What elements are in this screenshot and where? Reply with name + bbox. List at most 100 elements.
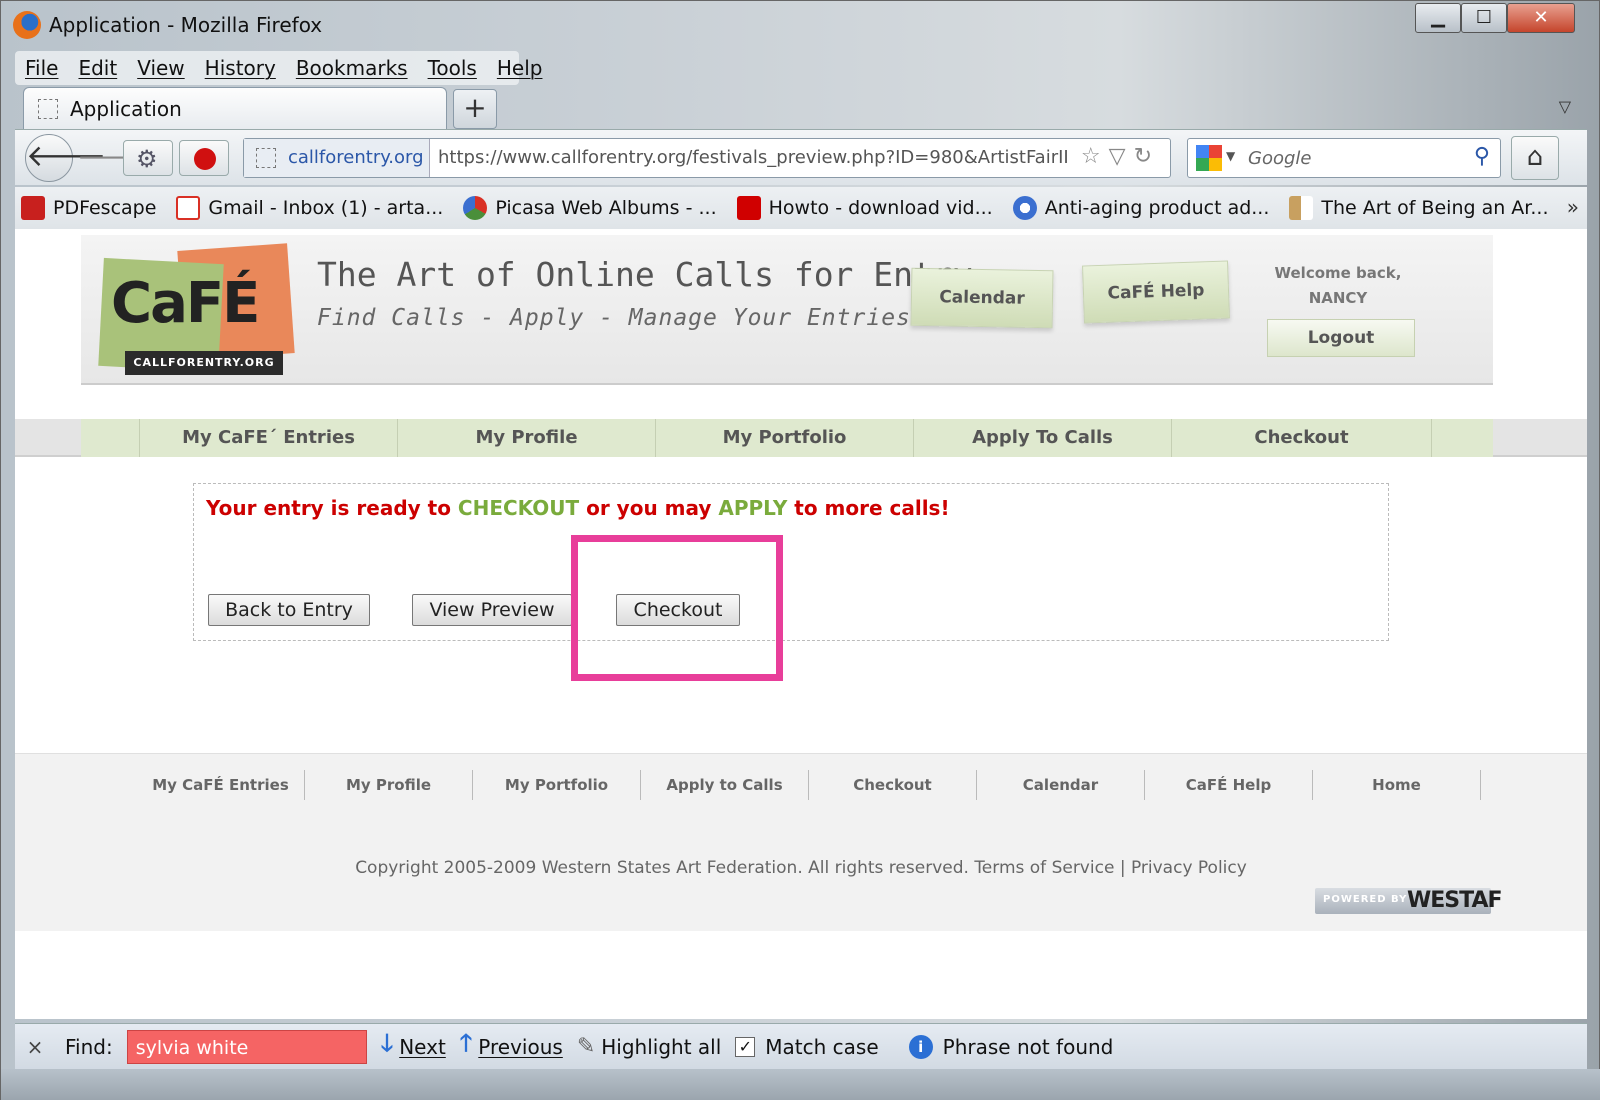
maximize-button[interactable]: ☐: [1461, 3, 1507, 33]
menu-help[interactable]: Help: [487, 56, 553, 80]
copyright-text: Copyright 2005-2009 Western States Art F…: [355, 858, 969, 878]
home-icon: ⌂: [1526, 142, 1544, 172]
nav-my-portfolio[interactable]: My Portfolio: [655, 419, 913, 457]
firefox-logo-icon: [13, 11, 41, 39]
footer-link-cafe-help[interactable]: CaFÉ Help: [1145, 770, 1313, 800]
footer-link-my-portfolio[interactable]: My Portfolio: [473, 770, 641, 800]
annotation-highlight-box: [571, 535, 783, 681]
highlight-all-label: Highlight all: [601, 1034, 722, 1059]
bookmark-star-icon[interactable]: ☆: [1081, 144, 1109, 169]
cafe-logo[interactable]: CaFÉ CALLFORENTRY.ORG: [98, 243, 297, 375]
site-footer: My CaFÉ Entries My Profile My Portfolio …: [15, 753, 1587, 931]
tab-strip: Application + ▽: [15, 87, 1587, 131]
find-input[interactable]: sylvia white: [126, 1029, 367, 1064]
history-dropdown-icon[interactable]: ▽: [1109, 144, 1134, 169]
find-status: i Phrase not found: [908, 1034, 1114, 1059]
footer-link-my-cafe-entries[interactable]: My CaFÉ Entries: [137, 770, 305, 800]
checkout-notice-box: Your entry is ready to CHECKOUT or you m…: [193, 483, 1389, 641]
bookmark-pdfescape[interactable]: PDFescape: [15, 196, 156, 220]
minimize-button[interactable]: ▁: [1415, 3, 1461, 33]
footer-link-checkout[interactable]: Checkout: [809, 770, 977, 800]
bookmark-art-of-being[interactable]: The Art of Being an Ar...: [1283, 196, 1549, 220]
footer-link-apply-to-calls[interactable]: Apply to Calls: [641, 770, 809, 800]
bookmark-picasa[interactable]: Picasa Web Albums - ...: [457, 196, 717, 220]
find-status-text: Phrase not found: [942, 1034, 1114, 1059]
find-next-label: Next: [399, 1034, 446, 1059]
find-next-button[interactable]: 🡓 Next: [381, 1026, 446, 1067]
nav-apply-to-calls[interactable]: Apply To Calls: [913, 419, 1171, 457]
back-to-entry-button[interactable]: Back to Entry: [208, 594, 370, 626]
bookmark-anti-aging[interactable]: Anti-aging product ad...: [1007, 196, 1270, 220]
nav-checkout[interactable]: Checkout: [1171, 419, 1431, 457]
footer-link-my-profile[interactable]: My Profile: [305, 770, 473, 800]
match-case-checkbox[interactable]: ✓ Match case: [735, 1034, 879, 1059]
close-find-bar-icon[interactable]: ×: [15, 1035, 55, 1059]
calendar-button[interactable]: Calendar: [910, 267, 1054, 329]
new-tab-button[interactable]: +: [453, 89, 497, 129]
menu-view[interactable]: View: [127, 56, 194, 80]
site-identity-button[interactable]: callforentry.org: [244, 139, 430, 177]
logout-button[interactable]: Logout: [1267, 319, 1415, 357]
site-header: CaFÉ CALLFORENTRY.ORG The Art of Online …: [81, 235, 1493, 385]
footer-separator: |: [1119, 858, 1126, 878]
nav-my-cafe-entries[interactable]: My CaFE´ Entries: [139, 419, 397, 457]
bookmark-gmail[interactable]: Gmail - Inbox (1) - arta...: [170, 196, 443, 220]
menu-file[interactable]: File: [15, 56, 68, 80]
url-input[interactable]: https://www.callforentry.org/festivals_p…: [438, 147, 1068, 168]
cafe-help-button[interactable]: CaFÉ Help: [1082, 260, 1230, 324]
nav-my-profile[interactable]: My Profile: [397, 419, 655, 457]
gmail-icon: [176, 196, 201, 220]
find-label: Find:: [65, 1034, 113, 1059]
welcome-text: Welcome back,: [1274, 264, 1402, 282]
arrow-down-icon: 🡓: [380, 1029, 394, 1057]
checkbox-checked-icon: ✓: [735, 1036, 756, 1057]
arrow-up-icon: 🡑: [459, 1029, 473, 1057]
menu-tools[interactable]: Tools: [418, 56, 487, 80]
url-bar-icons: ☆▽↻: [1081, 144, 1160, 169]
powered-by-westaf-badge[interactable]: POWERED BY WESTAF: [1315, 888, 1502, 914]
picasa-icon: [463, 196, 488, 220]
highlight-all-button[interactable]: ✎ Highlight all: [577, 1034, 721, 1059]
bookmarks-toolbar: PDFescape Gmail - Inbox (1) - arta... Pi…: [15, 187, 1587, 229]
view-preview-button[interactable]: View Preview: [412, 594, 572, 626]
privacy-policy-link[interactable]: Privacy Policy: [1131, 858, 1247, 878]
logo-text: CaFÉ: [111, 271, 260, 336]
find-bar: × Find: sylvia white 🡓 Next 🡑 Previous ✎ Hi…: [15, 1023, 1587, 1069]
user-name: NANCY: [1308, 289, 1368, 307]
bookmark-howto[interactable]: Howto - download vid...: [731, 196, 993, 220]
footer-link-home[interactable]: Home: [1313, 770, 1481, 800]
info-icon: i: [908, 1034, 933, 1059]
bookmark-label: Anti-aging product ad...: [1044, 197, 1270, 219]
navigation-toolbar: 🡐 🡒 ⚙ callforentry.org https://www.callf…: [15, 129, 1587, 185]
search-bar[interactable]: ▼ Google ⚲: [1187, 138, 1501, 178]
pdf-icon: [21, 196, 45, 220]
site-tagline: The Art of Online Calls for Entry: [317, 255, 973, 294]
home-button[interactable]: ⌂: [1511, 136, 1559, 180]
reload-icon[interactable]: ↻: [1134, 144, 1160, 169]
menu-history[interactable]: History: [195, 56, 286, 80]
bookmark-label: The Art of Being an Ar...: [1321, 197, 1549, 219]
bookmark-label: Picasa Web Albums - ...: [495, 197, 717, 219]
terms-of-service-link[interactable]: Terms of Service: [974, 858, 1114, 878]
menu-bookmarks[interactable]: Bookmarks: [286, 56, 418, 80]
close-window-button[interactable]: ✕: [1507, 3, 1575, 33]
footer-link-calendar[interactable]: Calendar: [977, 770, 1145, 800]
search-engine-dropdown-icon[interactable]: ▼: [1226, 149, 1235, 163]
google-icon[interactable]: [1196, 145, 1222, 171]
find-previous-button[interactable]: 🡑 Previous: [460, 1026, 563, 1067]
bookmark-label: Howto - download vid...: [768, 197, 993, 219]
match-case-label: Match case: [765, 1034, 879, 1059]
url-bar[interactable]: callforentry.org https://www.callforentr…: [243, 138, 1171, 178]
list-all-tabs-icon[interactable]: ▽: [1559, 97, 1571, 116]
more-bookmarks-icon[interactable]: »: [1567, 195, 1579, 219]
record-button[interactable]: [179, 140, 229, 176]
back-button[interactable]: 🡐: [25, 134, 106, 182]
addon-button[interactable]: ⚙: [123, 140, 173, 176]
notice-message: Your entry is ready to CHECKOUT or you m…: [206, 496, 950, 520]
search-input[interactable]: Google: [1248, 148, 1311, 169]
search-icon[interactable]: ⚲: [1474, 144, 1490, 169]
copyright-line: Copyright 2005-2009 Western States Art F…: [15, 858, 1587, 878]
tab-application[interactable]: Application: [23, 87, 447, 131]
menu-edit[interactable]: Edit: [68, 56, 127, 80]
